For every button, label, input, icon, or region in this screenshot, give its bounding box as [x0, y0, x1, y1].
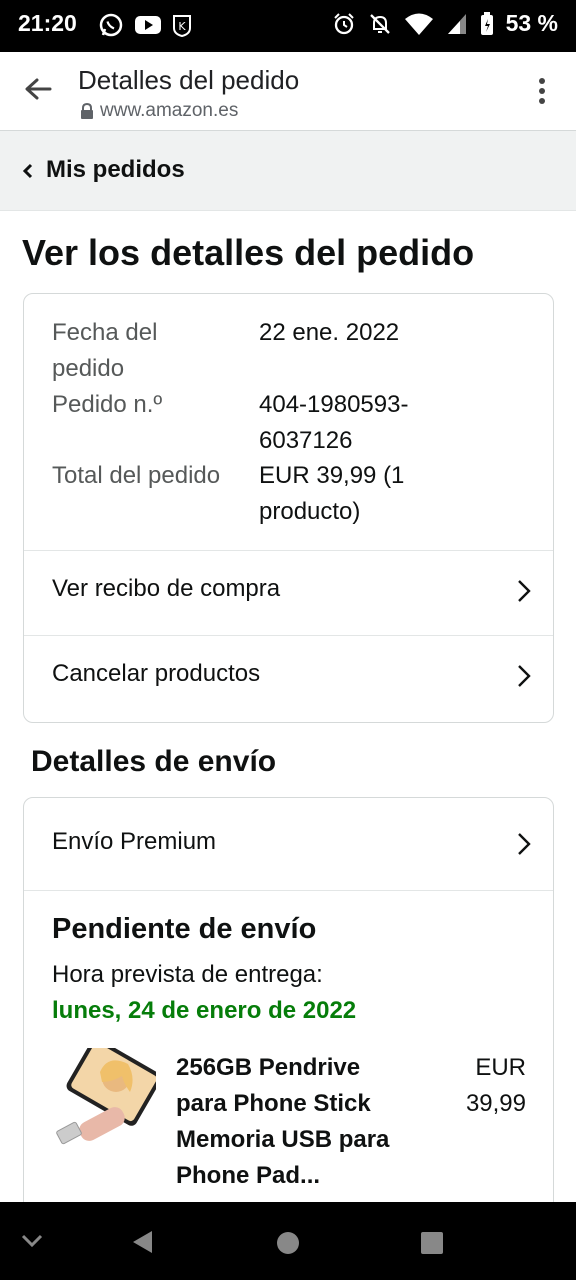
breadcrumb[interactable]: Mis pedidos — [0, 131, 576, 211]
mute-icon — [369, 13, 390, 34]
cancel-products-label: Cancelar productos — [52, 660, 261, 687]
clock: 21:20 — [18, 10, 77, 36]
divider — [24, 890, 553, 891]
shipping-method-link[interactable]: Envío Premium — [24, 800, 553, 888]
order-date-value: 22 ene. 2022 — [259, 319, 400, 346]
browser-toolbar: Detalles del pedido www.amazon.es — [0, 52, 576, 131]
chevron-right-icon — [518, 833, 531, 855]
page-tab-title: Detalles del pedido — [78, 65, 300, 95]
shipping-section-title: Detalles de envío — [31, 745, 277, 778]
order-number-value: 404-1980593-6037126 — [259, 391, 409, 454]
order-number-label: Pedido n.º — [52, 391, 163, 418]
page-title: Ver los detalles del pedido — [22, 232, 475, 273]
alarm-icon — [333, 12, 354, 34]
url-text: www.amazon.es — [100, 100, 239, 121]
shield-icon: K — [173, 15, 191, 37]
battery-level: 53 % — [505, 10, 558, 36]
shipping-method-label: Envío Premium — [52, 828, 217, 855]
product-title[interactable]: 256GB Pendrive para Phone Stick Memoria … — [176, 1050, 416, 1194]
product-image[interactable] — [52, 1048, 156, 1152]
svg-text:K: K — [178, 20, 186, 33]
whatsapp-icon — [99, 13, 123, 37]
battery-icon — [480, 11, 493, 35]
chevron-left-icon — [22, 163, 33, 179]
nav-recents-icon[interactable] — [420, 1231, 444, 1255]
chevron-right-icon — [518, 580, 531, 602]
view-receipt-label: Ver recibo de compra — [52, 575, 281, 602]
wifi-icon — [404, 13, 433, 35]
order-total-label: Total del pedido — [52, 462, 221, 489]
breadcrumb-my-orders[interactable]: Mis pedidos — [46, 156, 185, 184]
delivery-eta-label: Hora prevista de entrega: — [52, 961, 323, 988]
more-options-icon[interactable] — [538, 78, 546, 104]
order-total-value: EUR 39,99 (1 producto) — [259, 462, 405, 525]
order-summary-card: Fecha del pedido 22 ene. 2022 Pedido n.º… — [23, 293, 554, 723]
shipment-status: Pendiente de envío — [52, 913, 317, 945]
url-display[interactable]: www.amazon.es — [80, 100, 238, 122]
status-bar: 21:20 K 53 % — [0, 0, 576, 52]
system-nav-bar — [0, 1202, 576, 1280]
back-arrow-icon[interactable] — [24, 77, 52, 101]
lock-icon — [81, 102, 93, 119]
product-price: EUR 39,99 — [465, 1054, 526, 1117]
chevron-right-icon — [518, 665, 531, 687]
signal-icon — [447, 13, 466, 34]
nav-home-icon[interactable] — [276, 1231, 300, 1255]
cancel-products-link[interactable]: Cancelar productos — [24, 636, 553, 720]
order-date-label: Fecha del pedido — [52, 319, 158, 382]
delivery-eta-date: lunes, 24 de enero de 2022 — [52, 997, 357, 1024]
view-receipt-link[interactable]: Ver recibo de compra — [24, 551, 553, 635]
chevron-down-icon[interactable] — [21, 1234, 43, 1248]
youtube-icon — [135, 16, 161, 34]
shipment-card: Envío Premium Pendiente de envío Hora pr… — [23, 797, 554, 1259]
nav-back-icon[interactable] — [130, 1229, 154, 1255]
